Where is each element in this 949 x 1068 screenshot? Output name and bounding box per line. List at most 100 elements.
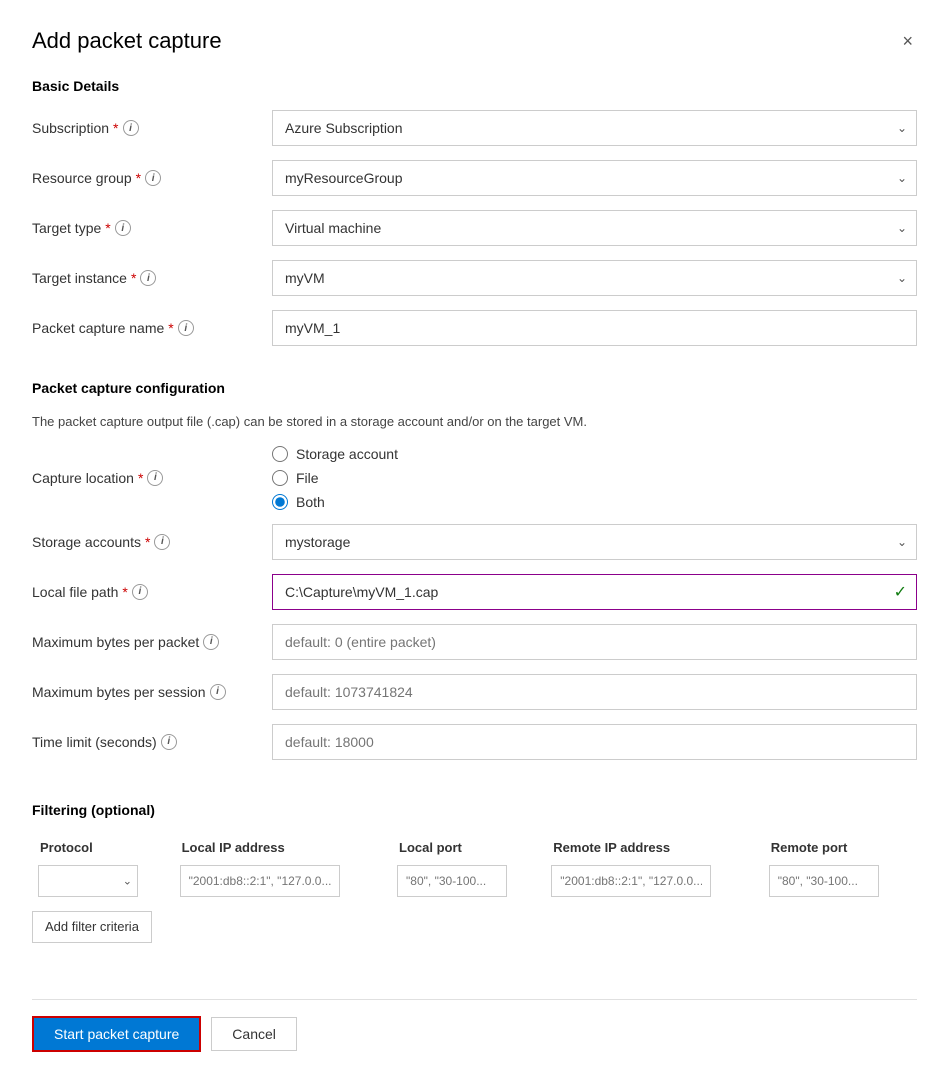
- capture-location-label: Capture location * i: [32, 470, 272, 486]
- target-instance-control: myVM ⌄: [272, 260, 917, 296]
- capture-name-label: Packet capture name * i: [32, 320, 272, 336]
- target-instance-row: Target instance * i myVM ⌄: [32, 260, 917, 296]
- local-file-path-required: *: [122, 584, 127, 600]
- resource-group-row: Resource group * i myResourceGroup ⌄: [32, 160, 917, 196]
- resource-group-required: *: [136, 170, 141, 186]
- target-instance-label: Target instance * i: [32, 270, 272, 286]
- storage-accounts-info-icon[interactable]: i: [154, 534, 170, 550]
- filter-table-header-row: Protocol Local IP address Local port Rem…: [32, 834, 917, 861]
- dialog-title: Add packet capture: [32, 28, 222, 54]
- time-limit-info-icon[interactable]: i: [161, 734, 177, 750]
- target-type-select[interactable]: Virtual machine: [272, 210, 917, 246]
- col-header-remote-ip: Remote IP address: [545, 834, 762, 861]
- filter-local-ip-cell: [174, 861, 391, 901]
- filter-protocol-select[interactable]: TCP UDP: [38, 865, 138, 897]
- target-instance-required: *: [131, 270, 136, 286]
- capture-location-row: Capture location * i Storage account Fil…: [32, 446, 917, 510]
- capture-name-info-icon[interactable]: i: [178, 320, 194, 336]
- max-bytes-session-label: Maximum bytes per session i: [32, 684, 272, 700]
- max-bytes-session-input[interactable]: [272, 674, 917, 710]
- capture-location-radio-group: Storage account File Both: [272, 446, 917, 510]
- subscription-select-wrapper: Azure Subscription ⌄: [272, 110, 917, 146]
- local-file-path-info-icon[interactable]: i: [132, 584, 148, 600]
- time-limit-label: Time limit (seconds) i: [32, 734, 272, 750]
- target-type-row: Target type * i Virtual machine ⌄: [32, 210, 917, 246]
- filter-local-port-cell: [391, 861, 545, 901]
- max-bytes-packet-input[interactable]: [272, 624, 917, 660]
- capture-location-info-icon[interactable]: i: [147, 470, 163, 486]
- subscription-row: Subscription * i Azure Subscription ⌄: [32, 110, 917, 146]
- col-header-remote-port: Remote port: [763, 834, 917, 861]
- close-button[interactable]: ×: [898, 28, 917, 54]
- filter-protocol-select-wrapper: TCP UDP ⌄: [38, 865, 138, 897]
- filtering-section: Filtering (optional) Protocol Local IP a…: [32, 802, 917, 943]
- filter-remote-port-cell: [763, 861, 917, 901]
- time-limit-input[interactable]: [272, 724, 917, 760]
- target-instance-info-icon[interactable]: i: [140, 270, 156, 286]
- add-filter-button[interactable]: Add filter criteria: [32, 911, 152, 943]
- local-file-path-input[interactable]: [272, 574, 917, 610]
- subscription-label: Subscription * i: [32, 120, 272, 136]
- filter-local-port-input[interactable]: [397, 865, 507, 897]
- storage-accounts-label: Storage accounts * i: [32, 534, 272, 550]
- target-type-select-wrapper: Virtual machine ⌄: [272, 210, 917, 246]
- local-file-path-label: Local file path * i: [32, 584, 272, 600]
- storage-accounts-select[interactable]: mystorage: [272, 524, 917, 560]
- local-file-path-input-wrapper: ✓: [272, 574, 917, 610]
- capture-name-control: [272, 310, 917, 346]
- basic-details-section: Basic Details Subscription * i Azure Sub…: [32, 78, 917, 360]
- col-header-local-ip: Local IP address: [174, 834, 391, 861]
- radio-file-input[interactable]: [272, 470, 288, 486]
- max-bytes-session-info-icon[interactable]: i: [210, 684, 226, 700]
- filter-protocol-cell: TCP UDP ⌄: [32, 861, 174, 901]
- filtering-title: Filtering (optional): [32, 802, 917, 818]
- filter-remote-port-input[interactable]: [769, 865, 879, 897]
- max-bytes-packet-row: Maximum bytes per packet i: [32, 624, 917, 660]
- radio-both[interactable]: Both: [272, 494, 917, 510]
- max-bytes-session-row: Maximum bytes per session i: [32, 674, 917, 710]
- col-header-local-port: Local port: [391, 834, 545, 861]
- target-instance-select-wrapper: myVM ⌄: [272, 260, 917, 296]
- resource-group-select[interactable]: myResourceGroup: [272, 160, 917, 196]
- subscription-info-icon[interactable]: i: [123, 120, 139, 136]
- capture-name-required: *: [168, 320, 173, 336]
- capture-name-row: Packet capture name * i: [32, 310, 917, 346]
- max-bytes-session-control: [272, 674, 917, 710]
- max-bytes-packet-control: [272, 624, 917, 660]
- resource-group-info-icon[interactable]: i: [145, 170, 161, 186]
- radio-storage-account-input[interactable]: [272, 446, 288, 462]
- max-bytes-packet-info-icon[interactable]: i: [203, 634, 219, 650]
- filter-local-ip-input[interactable]: [180, 865, 340, 897]
- add-packet-capture-dialog: Add packet capture × Basic Details Subsc…: [0, 0, 949, 1068]
- filter-remote-ip-input[interactable]: [551, 865, 711, 897]
- dialog-footer: Start packet capture Cancel: [32, 999, 917, 1068]
- cancel-button[interactable]: Cancel: [211, 1017, 297, 1051]
- time-limit-row: Time limit (seconds) i: [32, 724, 917, 760]
- capture-location-required: *: [138, 470, 143, 486]
- subscription-select[interactable]: Azure Subscription: [272, 110, 917, 146]
- radio-file[interactable]: File: [272, 470, 917, 486]
- subscription-control: Azure Subscription ⌄: [272, 110, 917, 146]
- target-instance-select[interactable]: myVM: [272, 260, 917, 296]
- local-file-path-check-icon: ✓: [894, 582, 907, 602]
- radio-storage-account[interactable]: Storage account: [272, 446, 917, 462]
- radio-both-input[interactable]: [272, 494, 288, 510]
- packet-config-section: Packet capture configuration The packet …: [32, 380, 917, 774]
- target-type-required: *: [105, 220, 110, 236]
- capture-location-control: Storage account File Both: [272, 446, 917, 510]
- filter-table: Protocol Local IP address Local port Rem…: [32, 834, 917, 901]
- filter-table-row: TCP UDP ⌄: [32, 861, 917, 901]
- target-type-info-icon[interactable]: i: [115, 220, 131, 236]
- packet-config-title: Packet capture configuration: [32, 380, 917, 396]
- max-bytes-packet-label: Maximum bytes per packet i: [32, 634, 272, 650]
- subscription-required: *: [113, 120, 118, 136]
- packet-config-description: The packet capture output file (.cap) ca…: [32, 412, 917, 432]
- target-type-label: Target type * i: [32, 220, 272, 236]
- resource-group-control: myResourceGroup ⌄: [272, 160, 917, 196]
- start-packet-capture-button[interactable]: Start packet capture: [32, 1016, 201, 1052]
- col-header-protocol: Protocol: [32, 834, 174, 861]
- storage-accounts-select-wrapper: mystorage ⌄: [272, 524, 917, 560]
- capture-name-input[interactable]: [272, 310, 917, 346]
- local-file-path-control: ✓: [272, 574, 917, 610]
- filter-remote-ip-cell: [545, 861, 762, 901]
